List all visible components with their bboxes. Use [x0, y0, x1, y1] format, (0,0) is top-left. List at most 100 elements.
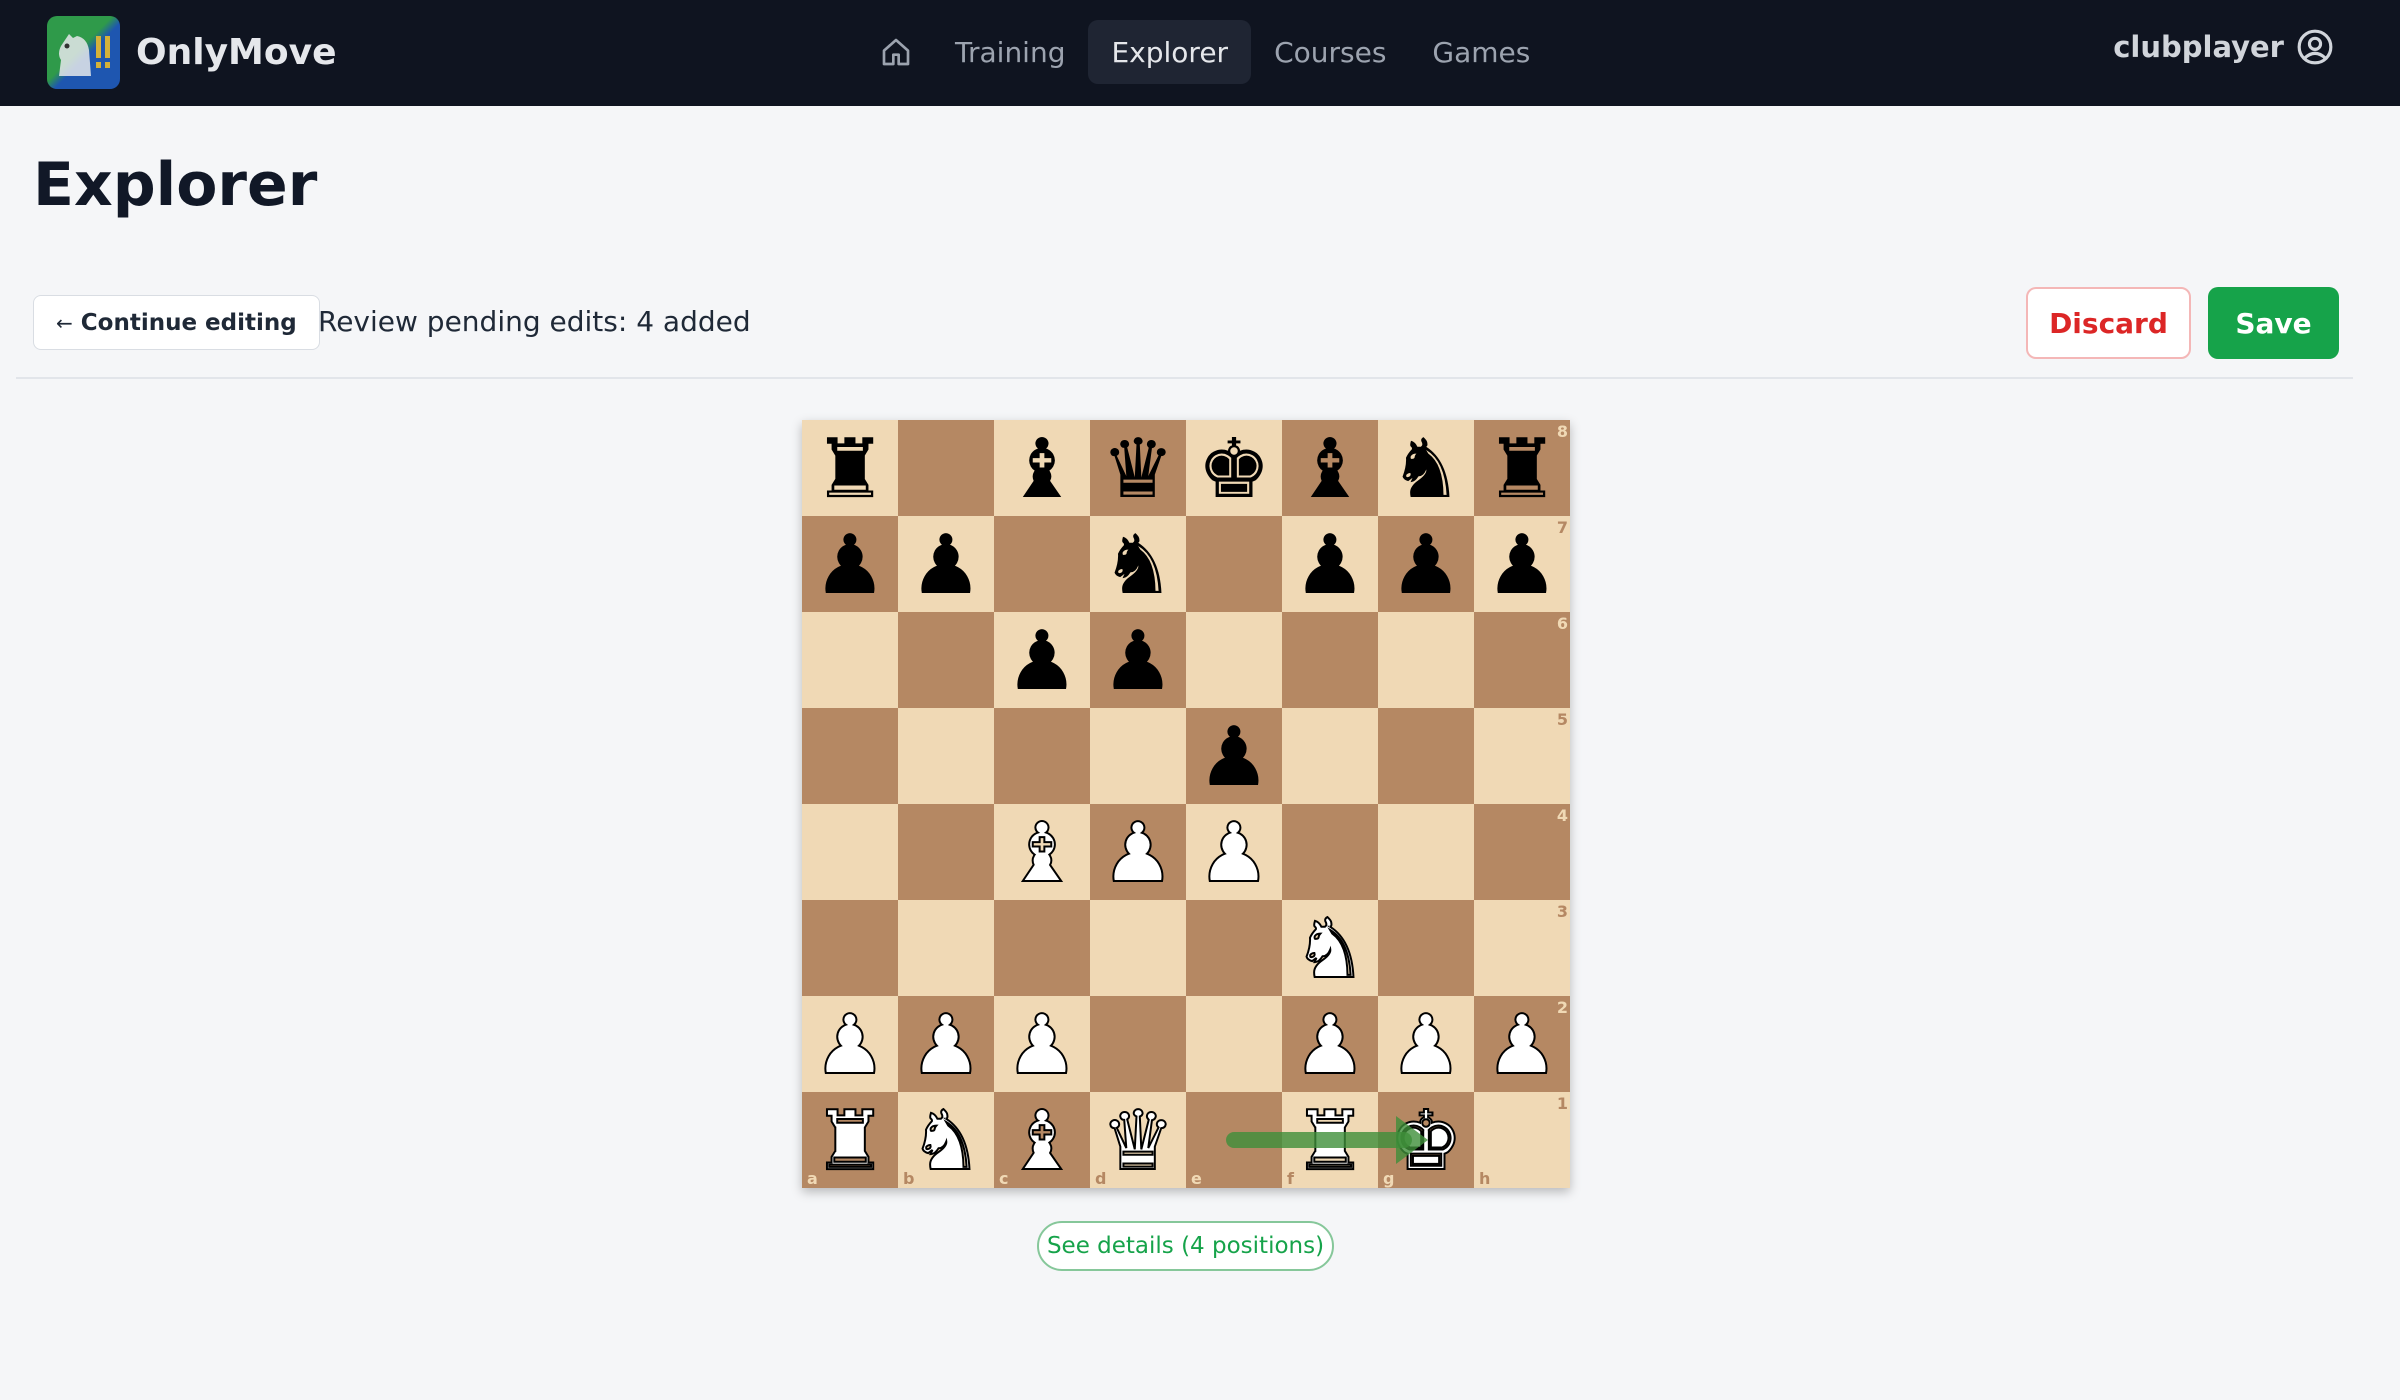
nav-home[interactable] — [860, 20, 932, 84]
square-c4[interactable]: ♝ — [994, 804, 1090, 900]
square-b3[interactable] — [898, 900, 994, 996]
square-g7[interactable]: ♟ — [1378, 516, 1474, 612]
square-e4[interactable]: ♟ — [1186, 804, 1282, 900]
white-knight-icon[interactable]: ♞ — [1292, 908, 1368, 992]
discard-button[interactable]: Discard — [2026, 287, 2191, 359]
square-g8[interactable]: ♞ — [1378, 420, 1474, 516]
square-e1[interactable]: e — [1186, 1092, 1282, 1188]
square-f1[interactable]: ♜ f — [1282, 1092, 1378, 1188]
white-queen-icon[interactable]: ♛ — [1100, 1100, 1176, 1184]
black-queen-icon[interactable]: ♛ — [1101, 429, 1175, 511]
square-f3[interactable]: ♞ — [1282, 900, 1378, 996]
square-a1[interactable]: ♜ a — [802, 1092, 898, 1188]
square-h1[interactable]: 1h — [1474, 1092, 1570, 1188]
square-a8[interactable]: ♜ — [802, 420, 898, 516]
white-pawn-icon[interactable]: ♟ — [1292, 1004, 1368, 1088]
square-b1[interactable]: ♞ b — [898, 1092, 994, 1188]
chess-board[interactable]: ♜ ♝ ♛ ♚ ♝ ♞ ♜ 8 ♟ ♟ ♞ ♟ ♟ ♟ 7 ♟ ♟ 6 ♟ 5 ♝ ♟ ♟ 4 ♞ 3 ♟ ♟ ♟ ♟ ♟ ♟ 2 ♜ a ♞ b ♝ c ♛… — [802, 420, 1570, 1188]
square-b7[interactable]: ♟ — [898, 516, 994, 612]
square-f7[interactable]: ♟ — [1282, 516, 1378, 612]
square-a2[interactable]: ♟ — [802, 996, 898, 1092]
see-details-button[interactable]: See details (4 positions) — [1037, 1221, 1334, 1271]
white-bishop-icon[interactable]: ♝ — [1004, 812, 1080, 896]
square-b5[interactable] — [898, 708, 994, 804]
black-bishop-icon[interactable]: ♝ — [1005, 429, 1079, 511]
square-e5[interactable]: ♟ — [1186, 708, 1282, 804]
square-c3[interactable] — [994, 900, 1090, 996]
square-e3[interactable] — [1186, 900, 1282, 996]
square-e8[interactable]: ♚ — [1186, 420, 1282, 516]
continue-editing-button[interactable]: ← Continue editing — [33, 295, 320, 350]
black-rook-icon[interactable]: ♜ — [1485, 429, 1559, 511]
white-pawn-icon[interactable]: ♟ — [908, 1004, 984, 1088]
square-a6[interactable] — [802, 612, 898, 708]
square-d3[interactable] — [1090, 900, 1186, 996]
white-knight-icon[interactable]: ♞ — [908, 1100, 984, 1184]
square-f6[interactable] — [1282, 612, 1378, 708]
square-h6[interactable]: 6 — [1474, 612, 1570, 708]
square-c5[interactable] — [994, 708, 1090, 804]
square-b4[interactable] — [898, 804, 994, 900]
square-b8[interactable] — [898, 420, 994, 516]
square-c6[interactable]: ♟ — [994, 612, 1090, 708]
black-pawn-icon[interactable]: ♟ — [909, 525, 983, 607]
brand-link[interactable]: OnlyMove — [47, 16, 336, 89]
square-h8[interactable]: ♜ 8 — [1474, 420, 1570, 516]
square-e7[interactable] — [1186, 516, 1282, 612]
black-pawn-icon[interactable]: ♟ — [1197, 717, 1271, 799]
square-a7[interactable]: ♟ — [802, 516, 898, 612]
square-g3[interactable] — [1378, 900, 1474, 996]
white-king-icon[interactable]: ♚ — [1388, 1100, 1464, 1184]
white-pawn-icon[interactable]: ♟ — [1004, 1004, 1080, 1088]
square-b2[interactable]: ♟ — [898, 996, 994, 1092]
square-a4[interactable] — [802, 804, 898, 900]
square-g1[interactable]: ♚ g — [1378, 1092, 1474, 1188]
square-h2[interactable]: ♟ 2 — [1474, 996, 1570, 1092]
save-button[interactable]: Save — [2208, 287, 2339, 359]
nav-courses[interactable]: Courses — [1251, 20, 1409, 84]
square-g2[interactable]: ♟ — [1378, 996, 1474, 1092]
square-c1[interactable]: ♝ c — [994, 1092, 1090, 1188]
square-a5[interactable] — [802, 708, 898, 804]
square-f4[interactable] — [1282, 804, 1378, 900]
square-d6[interactable]: ♟ — [1090, 612, 1186, 708]
black-pawn-icon[interactable]: ♟ — [1293, 525, 1367, 607]
square-h5[interactable]: 5 — [1474, 708, 1570, 804]
square-d8[interactable]: ♛ — [1090, 420, 1186, 516]
square-d1[interactable]: ♛ d — [1090, 1092, 1186, 1188]
black-rook-icon[interactable]: ♜ — [813, 429, 887, 511]
white-pawn-icon[interactable]: ♟ — [1388, 1004, 1464, 1088]
black-pawn-icon[interactable]: ♟ — [1005, 621, 1079, 703]
square-d4[interactable]: ♟ — [1090, 804, 1186, 900]
white-rook-icon[interactable]: ♜ — [812, 1100, 888, 1184]
square-d5[interactable] — [1090, 708, 1186, 804]
square-g5[interactable] — [1378, 708, 1474, 804]
square-c7[interactable] — [994, 516, 1090, 612]
white-bishop-icon[interactable]: ♝ — [1004, 1100, 1080, 1184]
nav-games[interactable]: Games — [1409, 20, 1553, 84]
square-e6[interactable] — [1186, 612, 1282, 708]
black-knight-icon[interactable]: ♞ — [1101, 525, 1175, 607]
square-b6[interactable] — [898, 612, 994, 708]
black-knight-icon[interactable]: ♞ — [1389, 429, 1463, 511]
nav-explorer[interactable]: Explorer — [1088, 20, 1252, 84]
square-h3[interactable]: 3 — [1474, 900, 1570, 996]
user-menu[interactable]: clubplayer — [2113, 28, 2334, 66]
square-d7[interactable]: ♞ — [1090, 516, 1186, 612]
square-f2[interactable]: ♟ — [1282, 996, 1378, 1092]
square-f8[interactable]: ♝ — [1282, 420, 1378, 516]
white-pawn-icon[interactable]: ♟ — [1484, 1004, 1560, 1088]
square-h4[interactable]: 4 — [1474, 804, 1570, 900]
black-pawn-icon[interactable]: ♟ — [1101, 621, 1175, 703]
square-f5[interactable] — [1282, 708, 1378, 804]
square-a3[interactable] — [802, 900, 898, 996]
square-h7[interactable]: ♟ 7 — [1474, 516, 1570, 612]
white-pawn-icon[interactable]: ♟ — [812, 1004, 888, 1088]
square-g4[interactable] — [1378, 804, 1474, 900]
square-e2[interactable] — [1186, 996, 1282, 1092]
square-d2[interactable] — [1090, 996, 1186, 1092]
black-king-icon[interactable]: ♚ — [1197, 429, 1271, 511]
black-pawn-icon[interactable]: ♟ — [813, 525, 887, 607]
square-g6[interactable] — [1378, 612, 1474, 708]
white-rook-icon[interactable]: ♜ — [1292, 1100, 1368, 1184]
